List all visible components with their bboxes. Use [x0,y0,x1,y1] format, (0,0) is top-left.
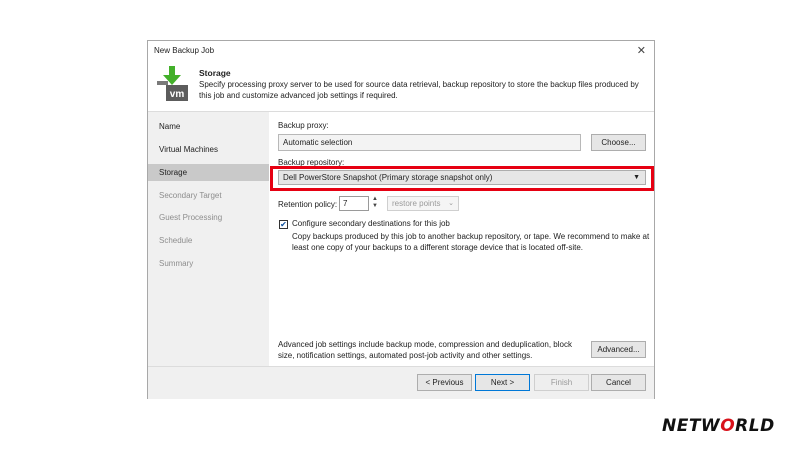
cancel-button[interactable]: Cancel [591,374,646,391]
sidebar-item-secondary-target: Secondary Target [159,191,222,200]
new-backup-job-dialog: New Backup Job ✕ vm Storage Specify proc… [147,40,655,399]
sidebar-item-storage[interactable]: Storage [148,164,269,181]
repository-highlight-box [270,166,654,191]
previous-button[interactable]: < Previous [417,374,472,391]
wizard-footer: < Previous Next > Finish Cancel [148,366,654,399]
backup-proxy-field[interactable]: Automatic selection [278,134,581,151]
secondary-destinations-checkbox[interactable]: ✔ [279,220,288,229]
retention-policy-label: Retention policy: [278,200,338,209]
page-description: Specify processing proxy server to be us… [199,80,639,100]
sidebar-item-virtual-machines[interactable]: Virtual Machines [148,141,269,158]
sidebar-item-summary: Summary [159,259,194,268]
retention-policy-input[interactable]: 7 [339,196,369,211]
close-icon[interactable]: ✕ [637,44,646,57]
advanced-settings-description: Advanced job settings include backup mod… [278,340,572,360]
retention-unit-dropdown[interactable]: restore points ⌄ [387,196,459,211]
chevron-down-icon: ⌄ [448,200,454,207]
secondary-destinations-label: Configure secondary destinations for thi… [292,219,450,228]
secondary-destinations-description: Copy backups produced by this job to ano… [292,232,650,252]
page-title: Storage [199,68,231,78]
title-bar: New Backup Job ✕ [148,41,654,61]
svg-text:vm: vm [170,89,185,100]
sidebar-item-guest-processing: Guest Processing [159,213,223,222]
networld-logo: NETWORLD [662,416,775,436]
retention-unit-value: restore points [392,199,441,208]
retention-stepper-icon[interactable]: ▲ ▼ [369,196,381,211]
storage-settings-panel: Backup proxy: Automatic selection Choose… [269,112,654,366]
next-button[interactable]: Next > [475,374,530,391]
backup-proxy-label: Backup proxy: [278,121,329,130]
wizard-header: vm Storage Specify processing proxy serv… [148,61,654,112]
sidebar-item-name[interactable]: Name [148,118,269,135]
finish-button: Finish [534,374,589,391]
vm-download-icon: vm [155,66,189,102]
sidebar-item-schedule: Schedule [159,236,193,245]
advanced-button[interactable]: Advanced... [591,341,646,358]
choose-proxy-button[interactable]: Choose... [591,134,646,151]
wizard-steps-sidebar: Name Virtual Machines Storage Secondary … [148,112,269,366]
window-title: New Backup Job [154,46,215,55]
